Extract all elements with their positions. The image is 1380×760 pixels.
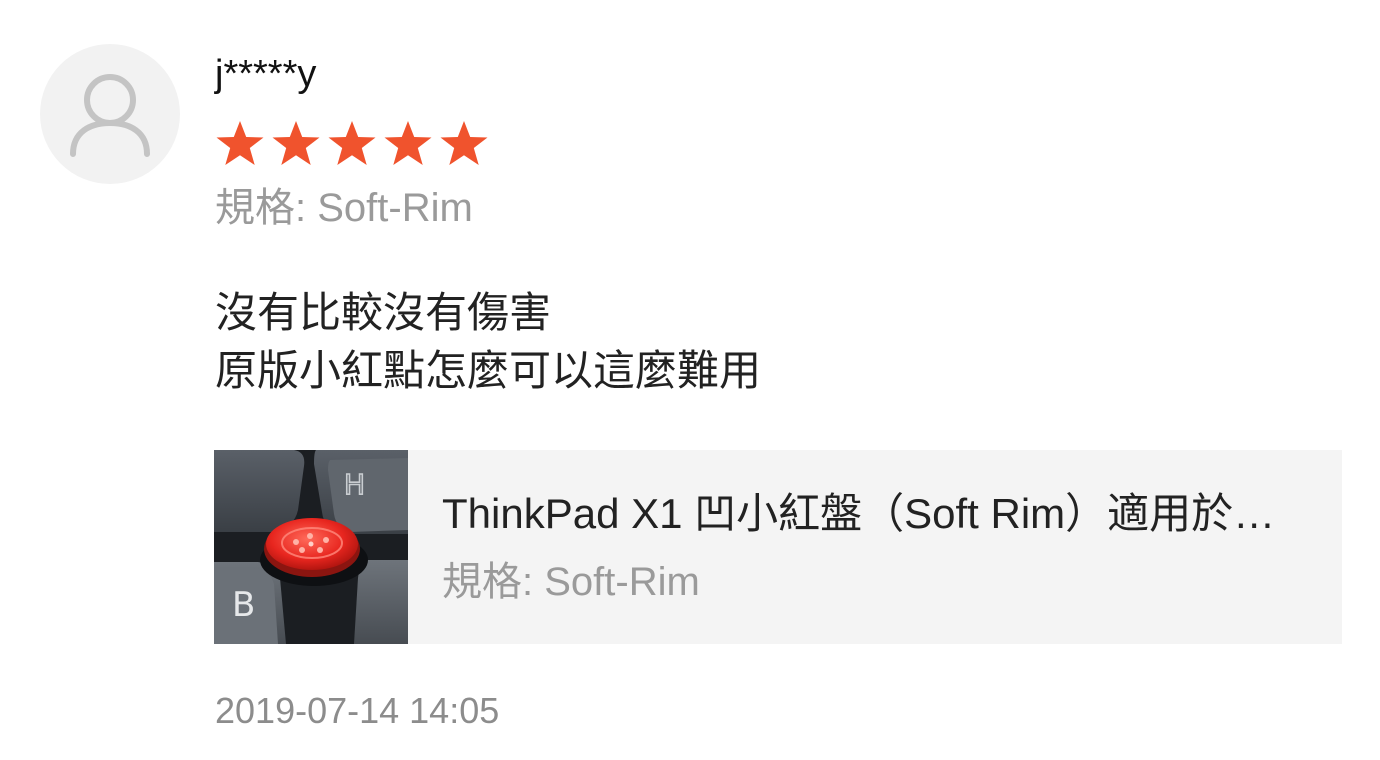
product-thumbnail[interactable]: H B bbox=[214, 450, 408, 644]
review-comment: 沒有比較沒有傷害 原版小紅點怎麼可以這麼難用 bbox=[215, 284, 761, 400]
star-rating bbox=[215, 120, 489, 166]
trackpoint-keyboard-image: H B bbox=[214, 450, 408, 644]
variant-label: 規格 bbox=[442, 560, 522, 604]
variant-separator: : bbox=[295, 186, 318, 230]
product-variant: 規格: Soft-Rim bbox=[442, 554, 700, 610]
comment-line: 原版小紅點怎麼可以這麼難用 bbox=[215, 347, 762, 394]
variant-label: 規格 bbox=[215, 186, 295, 230]
variant-value: Soft-Rim bbox=[317, 186, 473, 230]
user-placeholder-icon bbox=[70, 74, 150, 157]
comment-line: 沒有比較沒有傷害 bbox=[215, 289, 552, 336]
variant-separator: : bbox=[522, 560, 545, 604]
review-variant: 規格: Soft-Rim bbox=[215, 180, 473, 236]
thumb-key-label: B bbox=[232, 585, 255, 625]
star-icon bbox=[272, 121, 320, 165]
review-timestamp: 2019-07-14 14:05 bbox=[215, 690, 500, 731]
product-card[interactable]: H B ThinkPad X1 凹小紅盤（Soft Rim）適用於ThinkPa… bbox=[214, 450, 1342, 644]
star-icon bbox=[440, 121, 488, 165]
star-icon bbox=[328, 121, 376, 165]
variant-value: Soft-Rim bbox=[544, 560, 700, 604]
reviewer-username: j*****y bbox=[215, 53, 317, 95]
thumb-key-label: H bbox=[344, 468, 365, 501]
star-icon bbox=[216, 121, 264, 165]
star-icon bbox=[384, 121, 432, 165]
review-card: j*****y 規格: Soft-Rim 沒有比較沒有傷害 原版小紅點怎麼可以這… bbox=[0, 0, 1380, 760]
avatar[interactable] bbox=[40, 44, 180, 184]
product-title[interactable]: ThinkPad X1 凹小紅盤（Soft Rim）適用於ThinkPad X1… bbox=[442, 486, 1282, 542]
